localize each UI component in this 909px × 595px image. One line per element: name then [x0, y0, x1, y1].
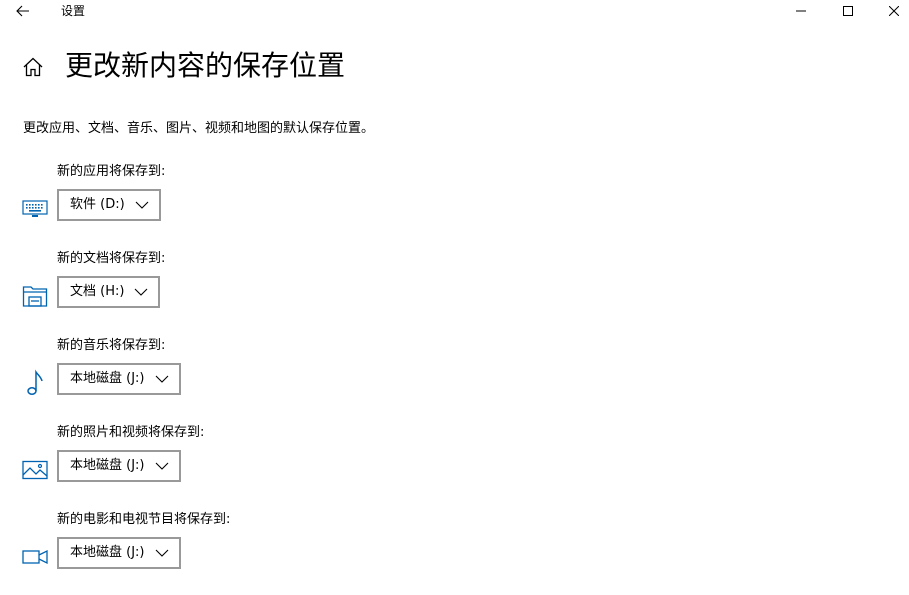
page-description: 更改应用、文档、音乐、图片、视频和地图的默认保存位置。 — [23, 121, 375, 136]
section-label: 新的文档将保存到: — [57, 251, 166, 266]
chevron-down-icon — [155, 546, 169, 560]
dropdown-value: 本地磁盘 (J:) — [70, 458, 145, 473]
folder-icon — [21, 282, 49, 310]
music-note-icon — [21, 369, 49, 397]
dropdown-value: 文档 (H:) — [70, 284, 125, 299]
keyboard-icon — [21, 195, 49, 223]
close-button[interactable] — [871, 0, 909, 22]
dropdown-value: 本地磁盘 (J:) — [70, 545, 145, 560]
music-location-dropdown[interactable]: 本地磁盘 (J:) — [57, 363, 181, 395]
minimize-button[interactable] — [778, 0, 824, 22]
dropdown-value: 软件 (D:) — [70, 197, 125, 212]
chevron-down-icon — [134, 285, 148, 299]
back-arrow-icon — [16, 5, 29, 17]
title-bar: 设置 — [0, 0, 909, 22]
video-camera-icon — [21, 543, 49, 571]
movies-location-dropdown[interactable]: 本地磁盘 (J:) — [57, 537, 181, 569]
home-icon — [23, 57, 43, 77]
back-button[interactable] — [10, 0, 36, 22]
minimize-icon — [796, 10, 806, 12]
chevron-down-icon — [155, 372, 169, 386]
photos-location-dropdown[interactable]: 本地磁盘 (J:) — [57, 450, 181, 482]
section-movies-tv: 新的电影和电视节目将保存到: 本地磁盘 (J:) — [0, 511, 909, 591]
section-apps: 新的应用将保存到: 软件 (D:) — [0, 163, 909, 243]
app-title: 设置 — [61, 4, 86, 18]
section-documents: 新的文档将保存到: 文档 (H:) — [0, 250, 909, 330]
chevron-down-icon — [135, 198, 149, 212]
maximize-button[interactable] — [825, 0, 871, 22]
section-label: 新的电影和电视节目将保存到: — [57, 512, 231, 527]
close-icon — [889, 6, 899, 16]
home-button[interactable] — [22, 56, 44, 78]
section-label: 新的照片和视频将保存到: — [57, 425, 205, 440]
section-label: 新的音乐将保存到: — [57, 338, 166, 353]
apps-location-dropdown[interactable]: 软件 (D:) — [57, 189, 161, 221]
section-music: 新的音乐将保存到: 本地磁盘 (J:) — [0, 337, 909, 417]
page-title: 更改新内容的保存位置 — [65, 49, 346, 82]
section-photos-videos: 新的照片和视频将保存到: 本地磁盘 (J:) — [0, 424, 909, 504]
picture-icon — [21, 456, 49, 484]
chevron-down-icon — [155, 459, 169, 473]
dropdown-value: 本地磁盘 (J:) — [70, 371, 145, 386]
documents-location-dropdown[interactable]: 文档 (H:) — [57, 276, 161, 308]
section-label: 新的应用将保存到: — [57, 164, 166, 179]
maximize-icon — [843, 6, 853, 16]
